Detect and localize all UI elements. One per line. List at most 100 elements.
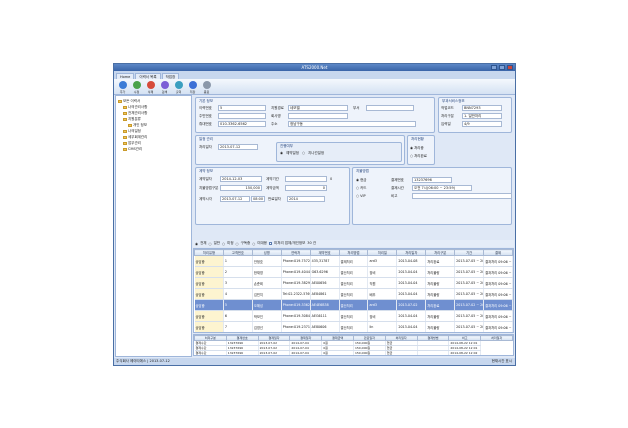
- input-date-field[interactable]: 4/9: [462, 121, 502, 127]
- reserved-radio[interactable]: ◉: [280, 151, 283, 155]
- toolbar-button-4[interactable]: 출력: [173, 81, 184, 94]
- filter-all-radio[interactable]: ◉: [195, 242, 198, 246]
- table-row[interactable]: 상담중5오해성Phone:019-3362-6562AE4E6B38결산처리ar…: [194, 299, 513, 311]
- filter-none-radio[interactable]: ○: [252, 242, 255, 246]
- toolbar-button-1[interactable]: 수정: [131, 81, 142, 94]
- resume-no-field[interactable]: 5: [218, 105, 266, 111]
- table-cell: 장비: [367, 266, 398, 278]
- source-field[interactable]: 네모엘: [288, 105, 348, 111]
- cash-radio[interactable]: ◉: [356, 178, 359, 182]
- toolbar-label: 수정: [133, 90, 140, 94]
- card-radio[interactable]: ○: [356, 186, 359, 190]
- table-cell: 상담중: [194, 321, 224, 332]
- phone-field[interactable]: 010-3362-6562: [218, 121, 266, 127]
- work-code-field[interactable]: BNN7293: [462, 105, 502, 111]
- status-left: 주식회사 에이티에스 | 2013-07-12: [116, 359, 170, 363]
- expire-field[interactable]: 2014: [287, 196, 325, 202]
- pay-amount-field[interactable]: 150,000: [220, 185, 262, 191]
- maximize-button[interactable]: [499, 65, 505, 70]
- contract-group: 계약 정보 계약일자 2014-12-03 계약기간 0 지불방법구분 150,000 계…: [195, 167, 350, 225]
- close-button[interactable]: [507, 65, 513, 70]
- table-row[interactable]: 상담중6박보인Phone:019-3084-8270AEG6111결산처리장비2…: [194, 310, 513, 322]
- table-cell: 결제처리: [339, 255, 369, 267]
- contract-time-field[interactable]: 2013-07-12: [220, 196, 250, 202]
- save-icon: [188, 81, 197, 89]
- toolbar-label: 삭제: [147, 90, 154, 94]
- table-cell: 처리불량: [425, 288, 456, 300]
- filter-sub-radio[interactable]: ○: [236, 242, 239, 246]
- processing-radio[interactable]: ◉: [410, 146, 413, 150]
- folder-icon: [123, 105, 127, 109]
- table-cell: 2013-07-05: [455, 333, 484, 334]
- done-radio[interactable]: ○: [410, 154, 413, 158]
- table-row[interactable]: 상담중2한재영Phone:019-4044-0297G63.6296결산처리장비…: [194, 266, 513, 278]
- table-row[interactable]: 상담중8이 조Tel:02-396-0565459,6948결산처리 2013-0…: [195, 333, 513, 334]
- filter-normal-radio[interactable]: ○: [209, 242, 212, 246]
- account-field[interactable]: 13237696: [412, 177, 452, 183]
- schedule-date-field[interactable]: 2013-07-12: [218, 144, 258, 150]
- table-cell: 김민지: [252, 288, 282, 300]
- table-cell: 2013-07-05 ~ 2013-12-31: [454, 321, 485, 332]
- tree-item[interactable]: CMS관리: [118, 146, 189, 152]
- contract-time2-field[interactable]: 08:00: [251, 196, 265, 202]
- table-cell: 결산처리: [339, 266, 369, 278]
- search-icon: [160, 81, 169, 89]
- ssn-field[interactable]: [218, 113, 266, 119]
- table-cell: AE00656: [310, 277, 340, 289]
- amount-field[interactable]: 0: [285, 185, 327, 191]
- table-cell: 2013-07-02: [258, 356, 290, 357]
- table-cell: Phone:019-4044-0297: [281, 266, 311, 278]
- table-cell: 2013-07-05 ~ 2013-12-31: [454, 288, 485, 300]
- toolbar-button-0[interactable]: 추가: [117, 81, 128, 94]
- table-cell: 결과처리 09:06 ~ 23:59: [483, 277, 513, 289]
- table-cell: 결과처리 09:06 ~ 23:59: [483, 288, 513, 300]
- past-radio[interactable]: ○: [302, 151, 305, 155]
- process-type-select[interactable]: 1. 일반처리: [462, 113, 502, 119]
- table-cell: 435,31787: [310, 255, 340, 267]
- pay-time-label: 결제시간: [391, 185, 404, 190]
- contract-period-field[interactable]: [285, 176, 327, 182]
- record-count: 30 건: [307, 241, 317, 245]
- table-cell: 상담중: [194, 310, 224, 322]
- table-cell: 안정호: [252, 255, 282, 267]
- contract-time-label: 계약시각: [199, 196, 212, 201]
- pay-time-select[interactable]: 오전 7시(06:00 ~ 23:59): [412, 185, 472, 191]
- table-row[interactable]: 상담중3손준희Phone:019-3829-0030AE00656결산처리직원2…: [194, 277, 513, 289]
- table-cell: 결과처리: [484, 333, 513, 334]
- table-cell: 김영선: [252, 321, 282, 332]
- toolbar-button-2[interactable]: 삭제: [145, 81, 156, 94]
- toolbar-button-5[interactable]: 저장: [187, 81, 198, 94]
- phone-label: 휴대번호: [199, 121, 212, 126]
- column-header[interactable]: 처리일자: [480, 335, 513, 341]
- vip-radio[interactable]: ○: [356, 194, 359, 198]
- progress-group: 진행여부 ◉ 예약일정 ○ 지나간일정: [276, 142, 402, 162]
- table-row[interactable]: 상담중1안정호Phone:019-7572-2296435,31787결제처리a…: [194, 255, 513, 267]
- processing-label: 처리중: [414, 145, 424, 150]
- filter-pending-radio[interactable]: ○: [222, 242, 225, 246]
- contract-date-field[interactable]: 2014-12-03: [220, 176, 262, 182]
- table-cell: 상담중: [194, 277, 224, 289]
- table-cell: 결산처리: [339, 288, 369, 300]
- toolbar-button-3[interactable]: 검색: [159, 81, 170, 94]
- table-cell: 2: [223, 266, 253, 278]
- table-cell: 2013-04-04: [396, 266, 427, 278]
- unprocessed-checkbox[interactable]: [269, 242, 273, 245]
- table-cell: 2013-07-05 ~ 2013-12-31: [454, 310, 485, 322]
- address-field[interactable]: 정남구동: [288, 121, 416, 127]
- folder-icon: [123, 147, 127, 151]
- dept-field[interactable]: [366, 105, 414, 111]
- memo-field[interactable]: [412, 193, 512, 199]
- table-cell: 13237696: [226, 356, 258, 357]
- table-cell: 결산처리: [339, 321, 369, 332]
- company-field[interactable]: [288, 113, 348, 119]
- table-row[interactable]: 결제수단132376962013-07-022014-07-040원150,00…: [195, 356, 513, 357]
- minimize-button[interactable]: [491, 65, 497, 70]
- table-cell: 2013-07-05 ~ 2013-12-31: [454, 277, 485, 289]
- table-cell: 결산처리: [339, 310, 369, 322]
- table-row[interactable]: 상담중 4 김민지 Tel:02-2322-5769 AE84861 결산처리 배추 2013…: [194, 288, 513, 300]
- toolbar-button-6[interactable]: 종료: [201, 81, 212, 94]
- table-row[interactable]: 상담중7김영선Phone:019-2371-0445AE80606결산처리lin…: [194, 321, 513, 332]
- table-cell: 상담중: [194, 266, 224, 278]
- table-cell: 결과처리 09:06 ~ 23:59: [483, 266, 513, 278]
- account-label: 결제번호: [391, 177, 404, 182]
